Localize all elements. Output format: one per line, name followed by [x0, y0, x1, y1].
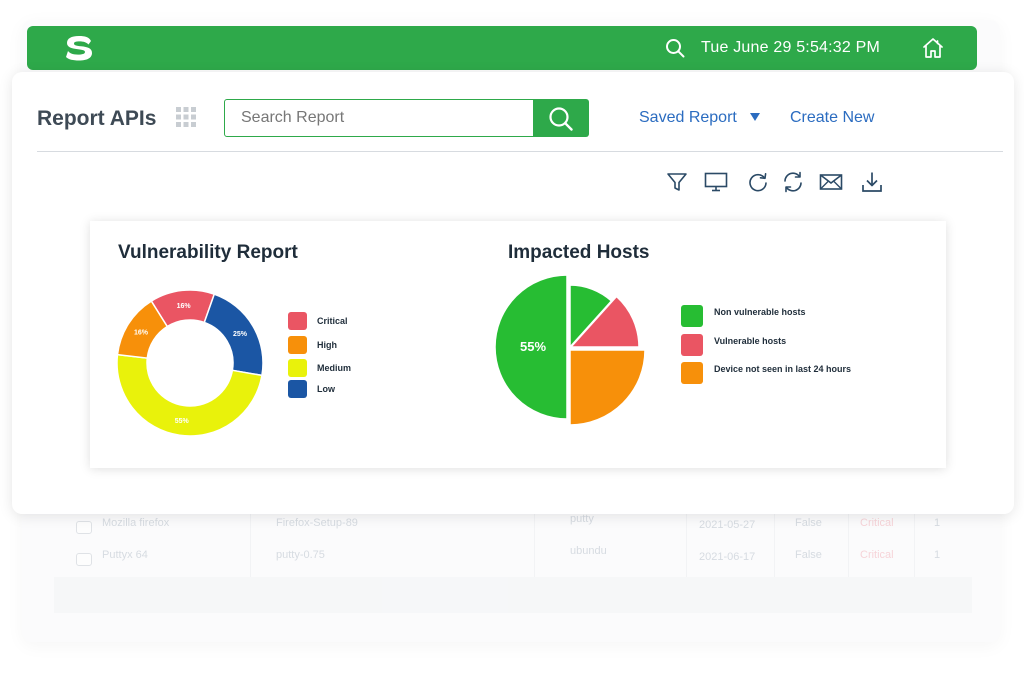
home-icon[interactable] — [921, 36, 945, 60]
filter-icon[interactable] — [665, 170, 689, 194]
cell-file: Firefox-Setup-89 — [276, 517, 358, 529]
refresh-icon[interactable] — [746, 170, 770, 194]
legend-label: Critical — [317, 316, 348, 326]
legend-label: Non vulnerable hosts — [714, 307, 806, 317]
charts-panel: Vulnerability Report 16% 25% 55% 16% Critic… — [90, 221, 946, 468]
cell-date: 2021-05-27 — [699, 519, 756, 531]
donut-slice-label: 25% — [233, 331, 248, 338]
vulnerability-donut-chart[interactable]: 16% 25% 55% 16% — [114, 287, 266, 439]
search-report-input[interactable] — [224, 99, 534, 137]
row-checkbox[interactable] — [76, 521, 92, 534]
donut-slice-label: 16% — [177, 303, 192, 310]
legend-swatch — [681, 334, 703, 356]
cell-count: 1 — [934, 517, 941, 529]
impacted-hosts-pie-chart[interactable]: 55% — [495, 275, 655, 427]
sync-icon[interactable] — [781, 170, 805, 194]
table-footer — [54, 577, 972, 613]
caret-down-icon[interactable] — [750, 113, 760, 121]
search-icon — [549, 107, 573, 131]
table-row[interactable]: Puttyx 64 putty-0.75 ubundu 2021-06-17 F… — [54, 539, 972, 571]
cell-file: putty-0.75 — [276, 549, 325, 561]
legend-swatch — [681, 305, 703, 327]
background-report-table: Mozilla firefox Firefox-Setup-89 putty 2… — [54, 505, 972, 613]
grid-menu-icon[interactable] — [174, 105, 198, 129]
page-title: Report APIs — [37, 107, 157, 130]
download-icon[interactable] — [860, 170, 884, 194]
pie-center-label: 55% — [520, 339, 546, 354]
cell-owner: putty — [570, 513, 594, 525]
vulnerability-chart-title: Vulnerability Report — [118, 242, 298, 263]
create-new-link[interactable]: Create New — [790, 109, 874, 127]
legend-label: High — [317, 340, 337, 350]
legend-label: Low — [317, 384, 335, 394]
cell-date: 2021-06-17 — [699, 551, 756, 563]
impacted-hosts-chart-title: Impacted Hosts — [508, 242, 650, 263]
legend-swatch — [288, 359, 307, 377]
cell-owner: ubundu — [570, 545, 607, 557]
legend-swatch — [288, 380, 307, 398]
cell-count: 1 — [934, 549, 941, 561]
legend-swatch — [288, 336, 307, 354]
header-divider — [37, 151, 1003, 152]
legend-label: Device not seen in last 24 hours — [714, 364, 852, 374]
cell-severity: Critical — [860, 549, 894, 561]
legend-swatch — [288, 312, 307, 330]
legend-label: Medium — [317, 363, 352, 373]
cell-flag: False — [795, 549, 822, 561]
cell-severity: Critical — [860, 517, 894, 529]
legend-swatch — [681, 362, 703, 384]
saved-report-dropdown[interactable]: Saved Report — [639, 109, 737, 127]
donut-slice-label: 55% — [175, 418, 190, 425]
cell-flag: False — [795, 517, 822, 529]
row-checkbox[interactable] — [76, 553, 92, 566]
brand-logo-icon[interactable] — [65, 35, 93, 61]
top-bar: Tue June 29 5:54:32 PM — [27, 26, 977, 70]
mail-icon[interactable] — [819, 170, 843, 194]
search-button[interactable] — [533, 99, 589, 137]
report-card: Report APIs Saved Report Create New — [12, 72, 1014, 514]
date-time-display: Tue June 29 5:54:32 PM — [701, 39, 881, 56]
search-icon[interactable] — [665, 38, 685, 58]
cell-name: Mozilla firefox — [102, 517, 170, 529]
pie-slice-device-not-seen[interactable] — [569, 349, 646, 426]
monitor-icon[interactable] — [704, 170, 728, 194]
cell-name: Puttyx 64 — [102, 549, 148, 561]
donut-slice-label: 16% — [134, 330, 149, 337]
legend-label: Vulnerable hosts — [714, 336, 787, 346]
